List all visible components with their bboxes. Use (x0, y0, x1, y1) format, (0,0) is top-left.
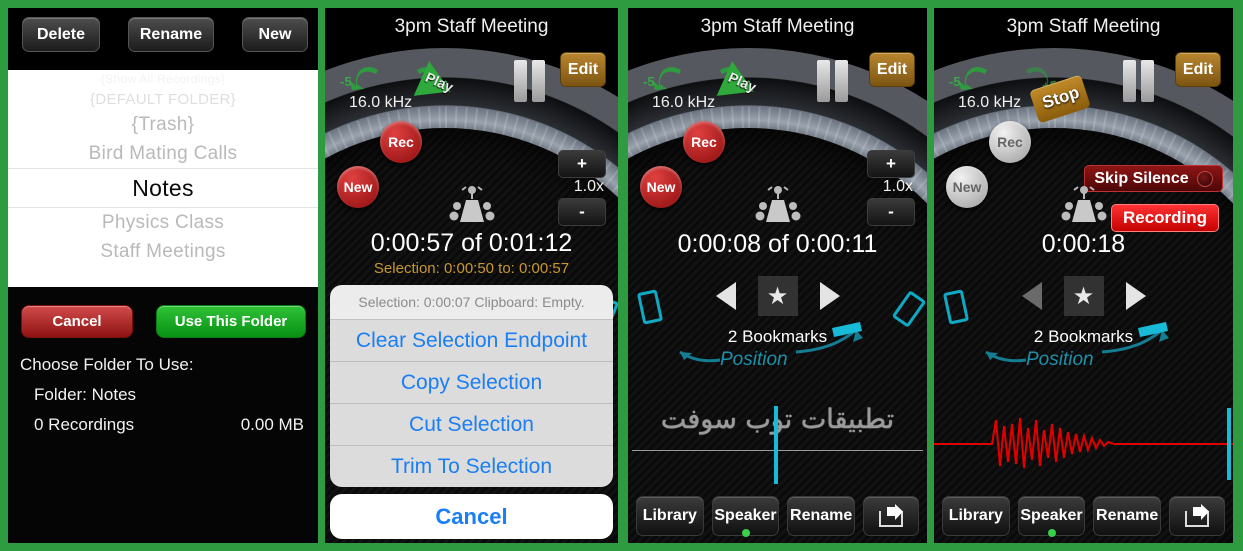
folder-list[interactable]: {Show All Recordings} {DEFAULT FOLDER} {… (8, 70, 318, 287)
skip-back-5-button[interactable]: -5 (338, 64, 394, 94)
rename-button[interactable]: Rename (1093, 496, 1162, 536)
skip-back-5-button[interactable]: -5 (947, 64, 1003, 94)
folder-picker-footer: Cancel Use This Folder Choose Folder To … (8, 287, 318, 543)
frequency-label: 16.0 kHz (958, 94, 1022, 111)
bottom-toolbar: Library Speaker Rename (934, 495, 1233, 537)
svg-text:-5: -5 (340, 74, 352, 89)
page-title: 3pm Staff Meeting (394, 16, 549, 37)
conference-mic-icon[interactable] (1052, 184, 1116, 231)
status-badge: Recording (1111, 204, 1219, 232)
skip-back-5-button[interactable]: -5 (641, 64, 697, 94)
playhead-cursor[interactable] (774, 406, 778, 484)
page-title: 3pm Staff Meeting (700, 16, 855, 37)
edit-button[interactable]: Edit (1175, 52, 1221, 87)
speed-increase-button[interactable]: + (867, 150, 915, 178)
action-sheet-group: Selection: 0:00:07 Clipboard: Empty. Cle… (330, 285, 613, 487)
toggle-indicator-icon (1196, 170, 1213, 187)
current-folder-label: Folder: Notes (34, 385, 137, 404)
panel-player-edit-sheet: 3pm Staff Meeting -5 +5 16.0 kHz Edit Pl… (325, 8, 618, 543)
share-button[interactable] (863, 496, 920, 536)
new-folder-button[interactable]: New (242, 17, 308, 52)
edit-button[interactable]: Edit (869, 52, 915, 87)
action-copy-selection[interactable]: Copy Selection (330, 362, 613, 404)
choose-folder-prompt: Choose Folder To Use: (20, 355, 194, 374)
action-trim-to-selection[interactable]: Trim To Selection (330, 446, 613, 487)
conference-mic-icon[interactable] (746, 184, 810, 231)
screenshot-stage: Delete Rename New {Show All Recordings} … (0, 0, 1243, 551)
speed-decrease-button[interactable]: - (867, 198, 915, 226)
speed-decrease-button[interactable]: - (558, 198, 606, 226)
pause-icon[interactable] (532, 60, 545, 102)
position-arrows (985, 322, 1169, 363)
pause-icon[interactable] (1141, 60, 1154, 102)
pause-icon[interactable] (817, 60, 830, 102)
share-icon (1185, 504, 1210, 527)
live-waveform (934, 417, 1233, 469)
player-screen: 3pm Staff Meeting -5 +5 16.0 kHz Edit Pl… (628, 8, 927, 543)
action-cut-selection[interactable]: Cut Selection (330, 404, 613, 446)
recorder-screen: 3pm Staff Meeting -5 +5 16.0 kHz Edit St… (934, 8, 1233, 543)
panel-recorder-recording: 3pm Staff Meeting -5 +5 16.0 kHz Edit St… (934, 8, 1233, 543)
pause-icon[interactable] (1123, 60, 1136, 102)
list-item[interactable]: {Show All Recordings} (8, 70, 318, 88)
page-title: 3pm Staff Meeting (1006, 16, 1161, 37)
new-recording-button[interactable]: New (640, 166, 682, 208)
list-item[interactable]: Physics Class (8, 208, 318, 237)
speaker-button[interactable]: Speaker (1017, 496, 1086, 537)
list-item-selected[interactable]: Notes (8, 168, 318, 208)
speaker-label: Speaker (1020, 507, 1083, 524)
svg-text:-5: -5 (949, 74, 961, 89)
frequency-label: 16.0 kHz (349, 94, 413, 111)
record-button[interactable]: Rec (989, 121, 1031, 163)
pause-icon[interactable] (835, 60, 848, 102)
folder-picker-navbar: Delete Rename New (8, 8, 318, 70)
recordings-count: 0 Recordings (34, 415, 135, 434)
panel-player-playing: 3pm Staff Meeting -5 +5 16.0 kHz Edit Pl… (628, 8, 927, 543)
playback-time: 0:00:08 of 0:00:11 (677, 230, 878, 258)
record-cursor (1227, 408, 1231, 480)
speaker-label: Speaker (714, 507, 777, 524)
action-sheet-header: Selection: 0:00:07 Clipboard: Empty. (330, 285, 613, 320)
delete-button[interactable]: Delete (22, 17, 100, 52)
speaker-active-indicator (741, 529, 750, 537)
bottom-toolbar: Library Speaker Rename (628, 495, 927, 537)
selection-range: Selection: 0:00:50 to: 0:00:57 (373, 260, 570, 277)
list-item[interactable]: {Trash} (8, 110, 318, 139)
list-item[interactable]: Bird Mating Calls (8, 139, 318, 168)
new-recording-button[interactable]: New (337, 166, 379, 208)
edit-button[interactable]: Edit (560, 52, 606, 87)
pause-icon[interactable] (514, 60, 527, 102)
library-button[interactable]: Library (942, 496, 1010, 536)
record-button[interactable]: Rec (683, 121, 725, 163)
edit-action-sheet: Selection: 0:00:07 Clipboard: Empty. Cle… (330, 285, 613, 539)
record-button[interactable]: Rec (380, 121, 422, 163)
speaker-active-indicator (1047, 529, 1056, 537)
action-sheet-cancel-button[interactable]: Cancel (330, 494, 613, 539)
speed-value: 1.0x (573, 178, 604, 195)
rename-button[interactable]: Rename (787, 496, 856, 536)
recording-time: 0:00:18 (1041, 230, 1126, 258)
list-item[interactable]: Staff Meetings (8, 237, 318, 266)
svg-text:-5: -5 (643, 74, 655, 89)
conference-mic-icon[interactable] (440, 184, 504, 231)
playback-time: 0:00:57 of 0:01:12 (370, 229, 573, 257)
new-recording-button[interactable]: New (946, 166, 988, 208)
action-clear-selection-endpoint[interactable]: Clear Selection Endpoint (330, 320, 613, 362)
folder-size: 0.00 MB (240, 415, 304, 434)
share-button[interactable] (1169, 496, 1226, 536)
rename-button[interactable]: Rename (128, 17, 214, 52)
speed-increase-button[interactable]: + (558, 150, 606, 178)
panel-folder-picker: Delete Rename New {Show All Recordings} … (8, 8, 318, 543)
position-arrows (679, 322, 863, 363)
speed-value: 1.0x (882, 178, 913, 195)
list-item[interactable]: {DEFAULT FOLDER} (8, 88, 318, 110)
share-icon (879, 504, 904, 527)
library-button[interactable]: Library (636, 496, 704, 536)
speaker-button[interactable]: Speaker (711, 496, 780, 537)
frequency-label: 16.0 kHz (652, 94, 716, 111)
use-this-folder-button[interactable]: Use This Folder (156, 305, 306, 338)
cancel-button[interactable]: Cancel (21, 305, 133, 338)
